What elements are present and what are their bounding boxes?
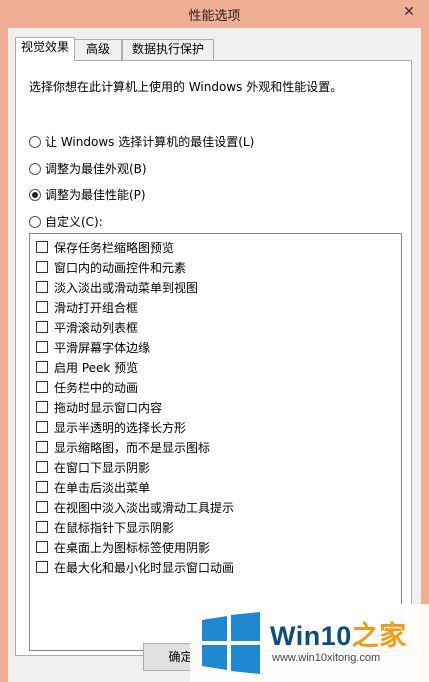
checkbox[interactable]	[36, 461, 48, 473]
checkbox[interactable]	[36, 521, 48, 533]
radio-let-windows-choose[interactable]: 让 Windows 选择计算机的最佳设置(L)	[29, 133, 254, 150]
checkbox[interactable]	[36, 341, 48, 353]
option-animate-controls[interactable]: 窗口内的动画控件和元素	[36, 257, 186, 277]
tab-label: 高级	[85, 42, 110, 56]
checkbox[interactable]	[36, 361, 48, 373]
option-translucent-selection[interactable]: 显示半透明的选择长方形	[36, 417, 186, 437]
checkbox[interactable]	[36, 401, 48, 413]
radio-label: 调整为最佳性能(P)	[45, 188, 146, 202]
description-text: 选择你想在此计算机上使用的 Windows 外观和性能设置。	[29, 80, 343, 94]
option-show-thumbnails[interactable]: 显示缩略图，而不是显示图标	[36, 437, 210, 457]
option-drag-window-contents[interactable]: 拖动时显示窗口内容	[36, 397, 162, 417]
option-label: 滑动打开组合框	[54, 300, 139, 315]
radio-custom[interactable]: 自定义(C):	[29, 213, 103, 230]
option-smooth-font-edges[interactable]: 平滑屏幕字体边缘	[36, 337, 150, 357]
checkbox[interactable]	[36, 261, 48, 273]
option-label: 在鼠标指针下显示阴影	[54, 520, 175, 535]
option-label: 在单击后淡出菜单	[54, 480, 151, 495]
radio-button[interactable]	[29, 215, 41, 228]
checkbox[interactable]	[36, 541, 48, 553]
radio-button[interactable]	[29, 135, 41, 148]
radio-best-appearance[interactable]: 调整为最佳外观(B)	[29, 160, 147, 177]
title-bar: 性能选项 ✕	[0, 0, 429, 27]
radio-button[interactable]	[29, 188, 41, 201]
option-label: 在窗口下显示阴影	[54, 460, 151, 475]
checkbox[interactable]	[36, 381, 48, 393]
tab-label: 数据执行保护	[131, 42, 204, 56]
checkbox[interactable]	[36, 561, 48, 573]
radio-label: 让 Windows 选择计算机的最佳设置(L)	[45, 135, 255, 149]
tab-label: 视觉效果	[20, 40, 69, 54]
option-label: 平滑滚动列表框	[54, 320, 139, 335]
option-label: 在视图中淡入淡出或滑动工具提示	[54, 500, 235, 515]
option-label: 任务栏中的动画	[54, 380, 139, 395]
windows-logo-icon	[202, 612, 260, 674]
checkbox[interactable]	[36, 421, 48, 433]
brand-prefix: Win10	[270, 621, 352, 651]
option-animate-min-max[interactable]: 在最大化和最小化时显示窗口动画	[36, 557, 234, 577]
option-label: 平滑屏幕字体边缘	[54, 340, 151, 355]
tab-panel-visual-effects: 选择你想在此计算机上使用的 Windows 外观和性能设置。 让 Windows…	[15, 60, 412, 656]
checkbox[interactable]	[36, 481, 48, 493]
custom-options-list[interactable]: 保存任务栏缩略图预览 窗口内的动画控件和元素 淡入淡出或滑动菜单到视图 滑动打开…	[29, 233, 402, 651]
option-window-shadows[interactable]: 在窗口下显示阴影	[36, 457, 150, 477]
watermark-website: www.win10xitong.com	[272, 652, 381, 664]
checkbox[interactable]	[36, 501, 48, 513]
option-fade-slide-tooltips[interactable]: 在视图中淡入淡出或滑动工具提示	[36, 497, 234, 517]
option-fade-menus-after-click[interactable]: 在单击后淡出菜单	[36, 477, 150, 497]
option-label: 保存任务栏缩略图预览	[54, 240, 175, 255]
option-label: 启用 Peek 预览	[54, 360, 139, 375]
checkbox[interactable]	[36, 301, 48, 313]
radio-button[interactable]	[29, 162, 41, 175]
option-label: 淡入淡出或滑动菜单到视图	[54, 280, 199, 295]
option-desktop-icon-label-shadows[interactable]: 在桌面上为图标标签使用阴影	[36, 537, 210, 557]
option-smooth-scroll-lists[interactable]: 平滑滚动列表框	[36, 317, 138, 337]
option-taskbar-animations[interactable]: 任务栏中的动画	[36, 377, 138, 397]
brand-accent: 之家	[351, 621, 407, 651]
option-label: 拖动时显示窗口内容	[54, 400, 163, 415]
radio-label: 调整为最佳外观(B)	[45, 162, 147, 176]
option-label: 在最大化和最小化时显示窗口动画	[54, 560, 235, 575]
option-taskbar-thumbnail-preview[interactable]: 保存任务栏缩略图预览	[36, 237, 174, 257]
tab-dep[interactable]: 数据执行保护	[122, 39, 214, 60]
option-pointer-shadow[interactable]: 在鼠标指针下显示阴影	[36, 517, 174, 537]
option-label: 窗口内的动画控件和元素	[54, 260, 187, 275]
dialog-client: 视觉效果 高级 数据执行保护 选择你想在此计算机上使用的 Windows 外观和…	[8, 28, 421, 682]
checkbox[interactable]	[36, 281, 48, 293]
tab-advanced[interactable]: 高级	[74, 39, 122, 60]
option-label: 显示缩略图，而不是显示图标	[54, 440, 211, 455]
option-enable-peek[interactable]: 启用 Peek 预览	[36, 357, 138, 377]
checkbox[interactable]	[36, 241, 48, 253]
option-label: 显示半透明的选择长方形	[54, 420, 187, 435]
close-icon: ✕	[403, 4, 415, 20]
radio-best-performance[interactable]: 调整为最佳性能(P)	[29, 186, 146, 203]
option-fade-slide-menus[interactable]: 淡入淡出或滑动菜单到视图	[36, 277, 198, 297]
option-slide-combo-boxes[interactable]: 滑动打开组合框	[36, 297, 138, 317]
radio-label: 自定义(C):	[45, 215, 103, 229]
watermark: Win10之家 www.win10xitong.com	[190, 604, 429, 682]
checkbox[interactable]	[36, 441, 48, 453]
tab-visual-effects[interactable]: 视觉效果	[15, 37, 75, 61]
close-button[interactable]: ✕	[393, 1, 425, 23]
option-label: 在桌面上为图标标签使用阴影	[54, 540, 211, 555]
watermark-brand: Win10之家	[270, 614, 407, 653]
window-title: 性能选项	[188, 9, 241, 24]
checkbox[interactable]	[36, 321, 48, 333]
